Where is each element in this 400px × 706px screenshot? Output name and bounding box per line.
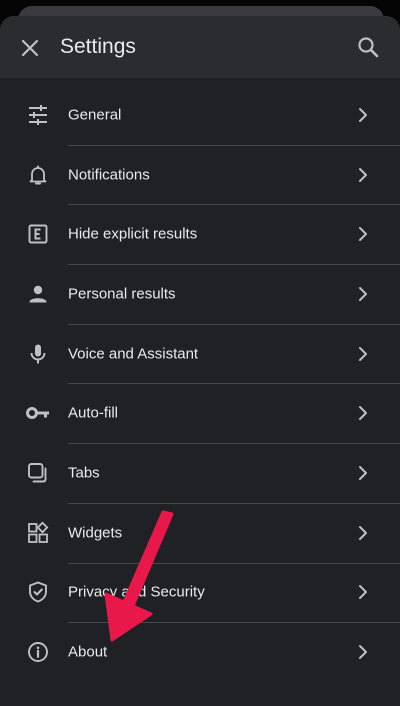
settings-item-label: Auto-fill — [68, 404, 119, 422]
search-icon — [358, 37, 379, 58]
settings-item-hide-explicit-results[interactable]: Hide explicit results — [0, 204, 400, 264]
page-title: Settings — [60, 35, 136, 58]
settings-item-label: Personal results — [68, 285, 176, 303]
search-button[interactable] — [352, 31, 384, 63]
settings-item-auto-fill[interactable]: Auto-fill — [0, 383, 400, 443]
chevron-right-icon — [356, 225, 370, 243]
shield-icon — [24, 578, 52, 606]
settings-item-label: Privacy and Security — [68, 583, 205, 601]
chevron-right-icon — [356, 166, 370, 184]
bell-icon — [24, 161, 52, 189]
explicit-icon — [24, 220, 52, 248]
settings-item-personal-results[interactable]: Personal results — [0, 264, 400, 324]
settings-item-privacy-and-security[interactable]: Privacy and Security — [0, 562, 400, 623]
widgets-icon — [24, 519, 52, 547]
settings-item-label: About — [68, 643, 108, 661]
key-icon — [24, 399, 52, 427]
chevron-right-icon — [356, 404, 370, 422]
settings-item-label: Voice and Assistant — [68, 345, 199, 363]
chevron-right-icon — [356, 524, 370, 542]
settings-item-about[interactable]: About — [0, 622, 400, 682]
settings-item-widgets[interactable]: Widgets — [0, 502, 400, 563]
info-icon — [24, 638, 52, 666]
tune-icon — [24, 101, 52, 129]
person-icon — [24, 280, 52, 308]
settings-item-label: General — [68, 106, 122, 124]
settings-item-notifications[interactable]: Notifications — [0, 144, 400, 205]
chevron-right-icon — [356, 106, 370, 124]
settings-item-label: Tabs — [68, 464, 100, 482]
settings-item-label: Notifications — [68, 166, 150, 184]
chevron-right-icon — [356, 345, 370, 363]
settings-item-voice-and-assistant[interactable]: Voice and Assistant — [0, 323, 400, 384]
settings-sheet: Settings General Notifications Hide expl… — [0, 16, 400, 706]
tabs-icon — [24, 459, 52, 487]
chevron-right-icon — [356, 285, 370, 303]
chevron-right-icon — [356, 583, 370, 601]
settings-header: Settings — [0, 16, 400, 78]
settings-list: General Notifications Hide explicit resu… — [0, 85, 400, 682]
close-button[interactable] — [14, 32, 46, 64]
settings-item-label: Hide explicit results — [68, 225, 198, 243]
microphone-icon — [24, 340, 52, 368]
close-icon — [21, 39, 39, 57]
chevron-right-icon — [356, 464, 370, 482]
chevron-right-icon — [356, 643, 370, 661]
settings-item-label: Widgets — [68, 524, 123, 542]
settings-item-tabs[interactable]: Tabs — [0, 443, 400, 503]
settings-item-general[interactable]: General — [0, 85, 400, 145]
